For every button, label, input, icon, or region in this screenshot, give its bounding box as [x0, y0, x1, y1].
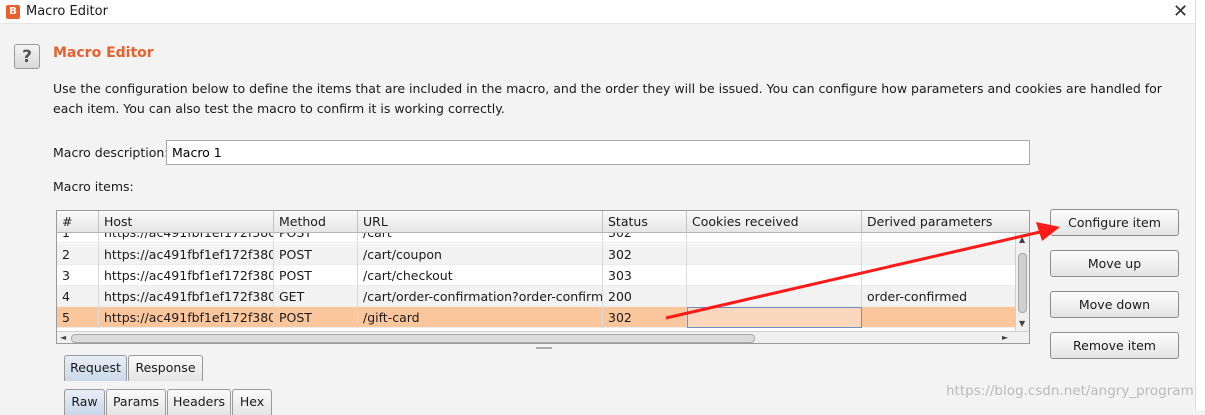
cell-method: POST: [274, 307, 358, 328]
cell-derived: [862, 233, 1015, 243]
column-header-method[interactable]: Method: [274, 211, 358, 233]
tab-params[interactable]: Params: [106, 389, 166, 415]
column-header-cookies-received[interactable]: Cookies received: [687, 211, 862, 233]
macro-description-label: Macro description:: [53, 145, 169, 160]
table-body: 1 https://ac491fbf1ef172f380... POST /ca…: [57, 233, 1015, 331]
cell-url: /gift-card: [358, 307, 603, 328]
cell-cookies-focused[interactable]: [687, 307, 862, 328]
macro-items-label: Macro items:: [53, 179, 134, 194]
vertical-scrollbar[interactable]: ▲ ▼: [1015, 233, 1029, 331]
cell-status: 302: [603, 233, 687, 243]
tab-hex[interactable]: Hex: [232, 389, 272, 415]
cell-number: 1: [57, 233, 99, 243]
macro-items-table: # Host Method URL Status Cookies receive…: [56, 210, 1030, 344]
cell-derived: [862, 265, 1015, 286]
scroll-down-icon[interactable]: ▼: [1019, 319, 1025, 328]
cell-method: GET: [274, 286, 358, 307]
cell-cookies: [687, 265, 862, 286]
cell-method: POST: [274, 233, 358, 243]
cell-cookies: [687, 233, 862, 243]
cell-status: 200: [603, 286, 687, 307]
split-pane-divider[interactable]: [536, 347, 552, 349]
cell-host: https://ac491fbf1ef172f380...: [99, 286, 274, 307]
cell-derived: order-confirmed: [867, 289, 968, 304]
cell-host: https://ac491fbf1ef172f380...: [99, 265, 274, 286]
tab-request[interactable]: Request: [64, 355, 127, 381]
macro-description-input[interactable]: [166, 140, 1030, 165]
tab-raw[interactable]: Raw: [64, 389, 105, 415]
cell-cookies: [687, 286, 862, 307]
cell-method: POST: [274, 265, 358, 286]
tab-headers[interactable]: Headers: [167, 389, 231, 415]
cell-number: 4: [57, 286, 99, 307]
table-header: # Host Method URL Status Cookies receive…: [57, 211, 1029, 233]
cell-host: https://ac491fbf1ef172f380...: [99, 307, 274, 328]
configure-item-button[interactable]: Configure item: [1050, 209, 1179, 236]
column-header-number[interactable]: #: [57, 211, 99, 233]
help-icon[interactable]: ?: [14, 44, 40, 69]
cell-derived: [862, 307, 1015, 328]
move-down-button[interactable]: Move down: [1050, 291, 1179, 318]
cell-number: 5: [57, 307, 99, 328]
tab-response[interactable]: Response: [128, 355, 203, 381]
cell-url: /cart/coupon: [358, 244, 603, 265]
cell-url: /cart: [358, 233, 603, 243]
cell-number: 3: [57, 265, 99, 286]
title-bar: B Macro Editor ✕: [0, 0, 1195, 24]
cell-status: 302: [603, 244, 687, 265]
page-heading: Macro Editor: [53, 45, 154, 61]
table-row[interactable]: 4 https://ac491fbf1ef172f380... GET /car…: [57, 286, 1015, 307]
cell-host: https://ac491fbf1ef172f380...: [99, 233, 274, 243]
page-description: Use the configuration below to define th…: [53, 81, 1162, 116]
watermark: https://blog.csdn.net/angry_program: [946, 383, 1194, 399]
scroll-up-icon[interactable]: ▲: [1019, 235, 1025, 244]
horizontal-scroll-thumb[interactable]: [71, 334, 755, 343]
scroll-right-icon[interactable]: ►: [1002, 333, 1008, 342]
window-edge: [1195, 0, 1205, 410]
cell-host: https://ac491fbf1ef172f380...: [99, 244, 274, 265]
column-header-host[interactable]: Host: [99, 211, 274, 233]
cell-method: POST: [274, 244, 358, 265]
cell-status: 302: [603, 307, 687, 328]
cell-derived: [862, 244, 1015, 265]
window-title: Macro Editor: [26, 4, 108, 19]
column-header-derived-parameters[interactable]: Derived parameters: [862, 211, 1029, 233]
cell-url: /cart/checkout: [358, 265, 603, 286]
table-row[interactable]: 3 https://ac491fbf1ef172f380... POST /ca…: [57, 265, 1015, 286]
table-row[interactable]: 1 https://ac491fbf1ef172f380... POST /ca…: [57, 233, 1015, 243]
close-icon[interactable]: ✕: [1173, 1, 1188, 22]
scroll-left-icon[interactable]: ◄: [60, 333, 66, 342]
cell-url: /cart/order-confirmation?order-confirme.…: [358, 286, 603, 307]
annotation-arrow-icon: [665, 222, 1060, 320]
table-row-selected[interactable]: 5 https://ac491fbf1ef172f380... POST /gi…: [57, 307, 1015, 328]
vertical-scroll-thumb[interactable]: [1018, 253, 1027, 313]
table-row[interactable]: 2 https://ac491fbf1ef172f380... POST /ca…: [57, 244, 1015, 265]
horizontal-scrollbar[interactable]: ◄ ►: [57, 331, 1029, 343]
cell-cookies: [687, 244, 862, 265]
cell-number: 2: [57, 244, 99, 265]
cell-status: 303: [603, 265, 687, 286]
app-logo-icon: B: [6, 5, 20, 19]
column-header-url[interactable]: URL: [358, 211, 603, 233]
remove-item-button[interactable]: Remove item: [1050, 332, 1179, 359]
move-up-button[interactable]: Move up: [1050, 250, 1179, 277]
column-header-status[interactable]: Status: [603, 211, 687, 233]
